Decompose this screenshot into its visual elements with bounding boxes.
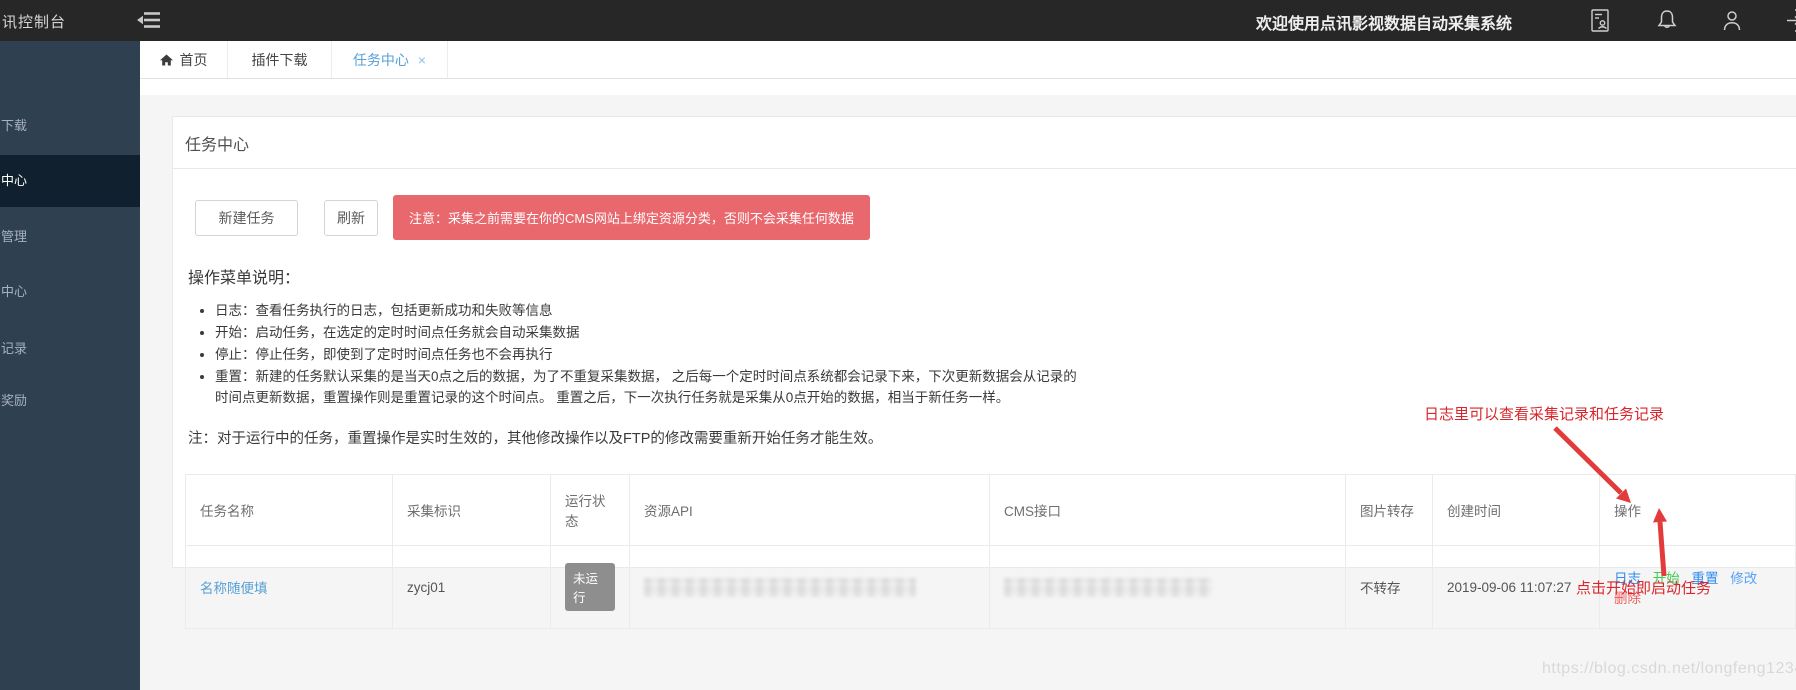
log-annotation-text: 日志里可以查看采集记录和任务记录 [1424,403,1664,424]
refresh-button[interactable]: 刷新 [324,200,378,236]
user-icon[interactable] [1720,8,1744,33]
bell-icon[interactable] [1655,8,1679,33]
help-item-log: 日志：查看任务执行的日志，包括更新成功和失败等信息 [215,300,1077,321]
close-icon[interactable]: × [418,52,426,68]
table-header-row: 任务名称 采集标识 运行状态 资源API CMS接口 图片转存 创建时间 操作 [186,475,1796,546]
start-annotation-text: 点击开始即启动任务 [1576,577,1711,598]
sidebar: 下载 中心 管理 中心 记录 奖励 [0,41,140,690]
sidebar-collapse-icon[interactable] [137,10,161,30]
tabstrip: 首页 插件下载 任务中心 × [140,41,1796,95]
col-cms-api: CMS接口 [990,475,1346,546]
edit-action-link[interactable]: 修改 [1730,571,1757,586]
sidebar-item-center[interactable]: 中心 [0,266,140,318]
collect-id-value: zycj01 [407,580,445,595]
col-resource-api: 资源API [630,475,990,546]
logout-icon[interactable] [1785,8,1796,33]
task-name-link[interactable]: 名称随便填 [200,581,268,596]
main-content: 任务中心 新建任务 刷新 注意：采集之前需要在你的CMS网站上绑定资源分类，否则… [140,95,1796,690]
task-center-card: 任务中心 新建任务 刷新 注意：采集之前需要在你的CMS网站上绑定资源分类，否则… [172,116,1796,568]
profile-card-icon[interactable] [1588,8,1612,33]
sidebar-item-label: 中心 [1,284,27,299]
page-title: 任务中心 [173,117,1796,169]
tab-label: 首页 [180,50,208,70]
sidebar-item-download[interactable]: 下载 [0,100,140,152]
image-transfer-value: 不转存 [1360,581,1401,596]
help-item-reset: 重置：新建的任务默认采集的是当天0点之后的数据，为了不重复采集数据， 之后每一个… [215,366,1077,408]
tab-task-center[interactable]: 任务中心 × [332,41,448,78]
task-table: 任务名称 采集标识 运行状态 资源API CMS接口 图片转存 创建时间 操作 … [185,474,1796,629]
topbar: 讯控制台 欢迎使用点讯影视数据自动采集系统 [0,0,1796,41]
cms-api-redacted [1004,578,1212,597]
sidebar-item-label: 记录 [1,341,27,356]
tab-home[interactable]: 首页 [140,41,228,78]
tab-label: 任务中心 [353,50,409,70]
new-task-button[interactable]: 新建任务 [195,200,298,236]
sidebar-item-label: 管理 [1,229,27,244]
status-badge: 未运行 [565,563,615,611]
help-item-stop: 停止：停止任务，即使到了定时时间点任务也不会再执行 [215,344,1077,365]
table-row: 名称随便填 zycj01 未运行 不转存 2019-09-06 11:07:27… [186,546,1796,629]
sidebar-item-task-center[interactable]: 中心 [0,155,140,207]
col-image-transfer: 图片转存 [1346,475,1433,546]
resource-api-redacted [644,578,916,597]
col-run-status: 运行状态 [551,475,630,546]
runtime-note: 注：对于运行中的任务，重置操作是实时生效的，其他修改操作以及FTP的修改需要重新… [188,427,1796,448]
home-icon [160,54,173,66]
col-collect-id: 采集标识 [393,475,551,546]
sidebar-item-label: 下载 [1,118,27,133]
sidebar-item-label: 中心 [1,173,27,188]
tab-plugin-download[interactable]: 插件下载 [228,41,332,78]
watermark-text: https://blog.csdn.net/longfeng1234 [1542,660,1796,678]
welcome-text: 欢迎使用点讯影视数据自动采集系统 [1256,10,1512,34]
toolbar: 新建任务 刷新 注意：采集之前需要在你的CMS网站上绑定资源分类，否则不会采集任… [195,195,1796,240]
brand-title: 讯控制台 [2,11,66,32]
col-task-name: 任务名称 [186,475,393,546]
sidebar-item-label: 奖励 [1,393,27,408]
created-at-value: 2019-09-06 11:07:27 [1447,580,1571,595]
tab-label: 插件下载 [252,50,308,70]
sidebar-item-rewards[interactable]: 奖励 [0,375,140,427]
menu-help-list: 日志：查看任务执行的日志，包括更新成功和失败等信息 开始：启动任务，在选定的定时… [197,300,1077,408]
menu-help-title: 操作菜单说明： [188,264,1796,288]
help-item-start: 开始：启动任务，在选定的定时时间点任务就会自动采集数据 [215,322,1077,343]
cms-binding-alert: 注意：采集之前需要在你的CMS网站上绑定资源分类，否则不会采集任何数据 [393,195,870,240]
col-created-at: 创建时间 [1433,475,1600,546]
sidebar-item-manage[interactable]: 管理 [0,211,140,263]
col-actions: 操作 [1600,475,1796,546]
sidebar-item-records[interactable]: 记录 [0,323,140,375]
